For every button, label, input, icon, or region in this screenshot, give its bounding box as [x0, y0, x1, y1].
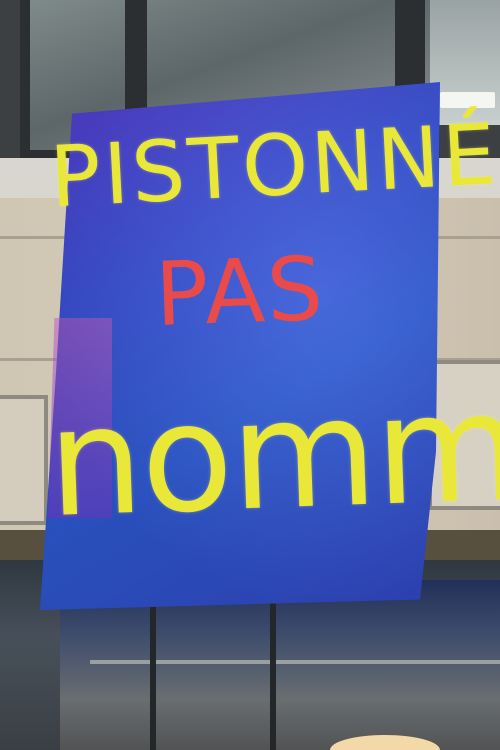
- banner-text-line-3: nommÉ: [45, 357, 500, 551]
- banner-text-line-2: PAS: [153, 237, 327, 346]
- shop-window-post: [270, 580, 276, 750]
- photo-scene: PISTONNÉ PAS nommÉ: [0, 0, 500, 750]
- wall-panel-left: [0, 395, 48, 525]
- banner-text-line-1: PISTONNÉ: [47, 105, 500, 227]
